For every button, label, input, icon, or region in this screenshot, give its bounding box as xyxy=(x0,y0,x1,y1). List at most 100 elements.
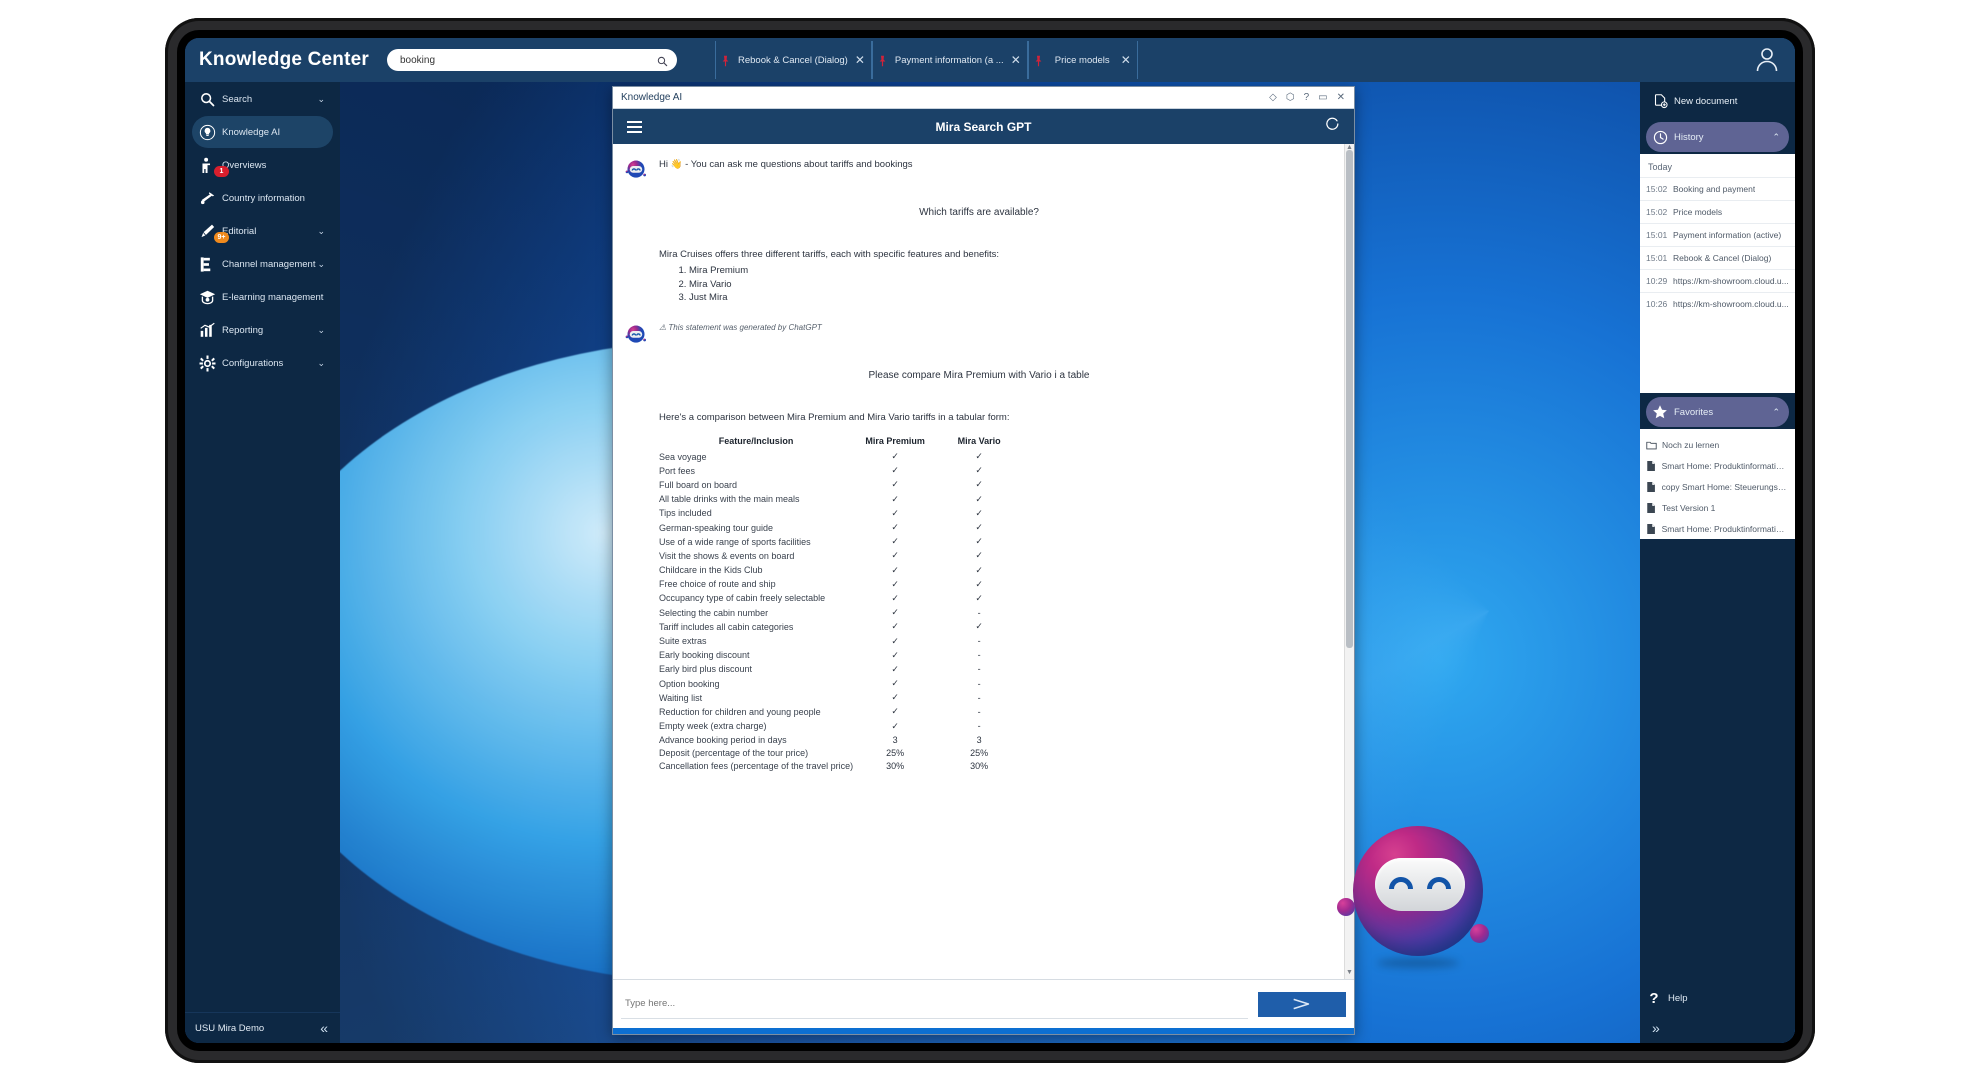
favorite-item-title: Smart Home: Produktinformation... xyxy=(1661,460,1789,471)
tab-item[interactable]: Rebook & Cancel (Dialog) ✕ xyxy=(715,41,872,79)
favorite-item-title: Smart Home: Produktinformation... xyxy=(1661,523,1789,534)
sidebar-collapse-button[interactable]: « xyxy=(320,1020,328,1036)
new-document-button[interactable]: New document xyxy=(1646,86,1789,116)
tenant-label: USU Mira Demo xyxy=(195,1022,265,1034)
favorites-section-header[interactable]: Favorites ⌃ xyxy=(1646,397,1789,427)
cell-vario: - xyxy=(977,664,981,675)
favorite-item[interactable]: Smart Home: Produktinformation... xyxy=(1640,518,1795,539)
sidebar-item-knowledge-ai[interactable]: Knowledge AI xyxy=(192,116,333,148)
sidebar-item-overviews[interactable]: 1 Overviews xyxy=(192,149,333,181)
search-icon[interactable] xyxy=(657,54,668,72)
bot-message-greeting: Hi 👋 - You can ask me questions about ta… xyxy=(613,158,1345,181)
app-brand-title: Knowledge Center xyxy=(199,49,369,70)
sidebar-item-e-learning-management[interactable]: E-learning management xyxy=(192,281,333,313)
refresh-icon[interactable] xyxy=(1325,116,1340,137)
history-item[interactable]: 15:02 Booking and payment xyxy=(1640,177,1795,200)
cell-premium: ✓ xyxy=(891,451,899,462)
sidebar-item-search[interactable]: Search ⌄ xyxy=(192,83,333,115)
chevron-down-icon[interactable]: ⌄ xyxy=(317,358,325,369)
sidebar-item-reporting[interactable]: Reporting ⌄ xyxy=(192,314,333,346)
cell-feature: Waiting list xyxy=(659,692,703,703)
cell-vario: - xyxy=(977,607,981,618)
window-control-maximize-icon[interactable]: ▭ xyxy=(1318,92,1327,103)
cell-feature: Early booking discount xyxy=(659,650,750,661)
tab-close-icon[interactable]: ✕ xyxy=(855,53,865,67)
screen: Knowledge Center Rebook & Cancel (Dialog… xyxy=(185,38,1795,1043)
cell-vario: - xyxy=(977,706,981,717)
favorite-item[interactable]: Smart Home: Produktinformation... xyxy=(1640,455,1795,476)
pin-icon[interactable] xyxy=(721,54,730,67)
graduation-icon xyxy=(192,289,222,306)
window-control-close-icon[interactable]: ✕ xyxy=(1337,92,1345,103)
favorite-item[interactable]: copy Smart Home: Steuerungsm... xyxy=(1640,476,1795,497)
cell-premium: ✓ xyxy=(891,649,899,660)
history-item[interactable]: 10:29 https://km-showroom.cloud.u... xyxy=(1640,269,1795,292)
help-button[interactable]: ? Help xyxy=(1640,983,1795,1013)
cell-premium: ✓ xyxy=(891,507,899,518)
sidebar-badge: 1 xyxy=(214,166,229,177)
table-row: Occupancy type of cabin freely selectabl… xyxy=(659,591,1021,605)
table-row: All table drinks with the main meals ✓ ✓ xyxy=(659,492,1021,506)
window-control-settings-icon[interactable]: ⬡ xyxy=(1286,92,1295,103)
chevron-down-icon[interactable]: ⌄ xyxy=(317,94,325,105)
sidebar-item-channel-management[interactable]: Channel management ⌄ xyxy=(192,248,333,280)
favorite-item[interactable]: Noch zu lernen xyxy=(1640,434,1795,455)
tab-close-icon[interactable]: ✕ xyxy=(1011,53,1021,67)
history-panel: Today 15:02 Booking and payment 15:02 Price… xyxy=(1640,154,1795,315)
cell-vario: ✓ xyxy=(975,493,983,504)
history-item[interactable]: 15:01 Payment information (active) xyxy=(1640,223,1795,246)
cell-premium: 25% xyxy=(886,748,905,759)
hamburger-menu-icon[interactable] xyxy=(627,120,642,133)
window-control-help-icon[interactable]: ? xyxy=(1304,92,1310,103)
mascot-dot-right xyxy=(1470,924,1489,943)
chevron-down-icon[interactable]: ⌄ xyxy=(317,259,325,270)
table-row: Childcare in the Kids Club ✓ ✓ xyxy=(659,563,1021,577)
tariff-comparison-table: Feature/Inclusion Mira Premium Mira Vari… xyxy=(659,435,1021,773)
scrollbar-thumb[interactable] xyxy=(1346,150,1353,648)
sidebar-item-country-information[interactable]: Country information xyxy=(192,182,333,214)
global-search-box[interactable] xyxy=(387,49,677,71)
cell-premium: ✓ xyxy=(891,663,899,674)
history-chevron-up-icon[interactable]: ⌃ xyxy=(1772,132,1780,143)
chevron-down-icon[interactable]: ⌄ xyxy=(317,325,325,336)
window-control-pin-icon[interactable]: ◇ xyxy=(1269,92,1277,103)
history-item[interactable]: 15:01 Rebook & Cancel (Dialog) xyxy=(1640,246,1795,269)
right-sidebar-expand-button[interactable]: » xyxy=(1652,1020,1660,1036)
history-section-header[interactable]: History ⌃ xyxy=(1646,122,1789,152)
cell-feature: Suite extras xyxy=(659,636,707,647)
chat-message-input[interactable] xyxy=(621,989,1248,1019)
favorite-item-title: Noch zu lernen xyxy=(1662,439,1720,450)
cell-premium: ✓ xyxy=(891,720,899,731)
chevron-down-icon[interactable]: ⌄ xyxy=(317,226,325,237)
cell-vario: ✓ xyxy=(975,550,983,561)
cell-premium: ✓ xyxy=(891,592,899,603)
mira-bot-avatar-icon xyxy=(613,323,659,346)
history-item[interactable]: 10:26 https://km-showroom.cloud.u... xyxy=(1640,292,1795,315)
cell-vario: ✓ xyxy=(975,451,983,462)
tab-label: Price models xyxy=(1054,54,1110,66)
tab-item[interactable]: Price models ✕ xyxy=(1027,41,1138,79)
user-avatar-icon[interactable] xyxy=(1755,46,1779,77)
cell-vario: 3 xyxy=(976,734,982,745)
pin-icon[interactable] xyxy=(878,54,887,67)
search-input[interactable] xyxy=(398,53,630,67)
table-row: Waiting list ✓ - xyxy=(659,691,1021,705)
chat-scroll-content: Hi 👋 - You can ask me questions about ta… xyxy=(613,144,1345,979)
cell-vario: - xyxy=(977,636,981,647)
tab-close-icon[interactable]: ✕ xyxy=(1121,53,1131,67)
sidebar-item-editorial[interactable]: 9+ Editorial ⌄ xyxy=(192,215,333,247)
send-button[interactable] xyxy=(1258,991,1346,1017)
sidebar-item-label: Channel management xyxy=(222,258,316,270)
favorites-chevron-up-icon[interactable]: ⌃ xyxy=(1772,407,1780,418)
bar-chart-icon xyxy=(192,322,222,338)
mascot-dot-left xyxy=(1337,898,1355,916)
cell-premium: ✓ xyxy=(891,706,899,717)
sidebar-item-configurations[interactable]: Configurations ⌄ xyxy=(192,347,333,379)
history-item-title: https://km-showroom.cloud.u... xyxy=(1673,276,1789,286)
column-header-premium: Mira Premium xyxy=(865,435,925,446)
tab-item[interactable]: Payment information (a ... ✕ xyxy=(871,41,1028,79)
pin-icon[interactable] xyxy=(1034,54,1043,67)
table-row: Selecting the cabin number ✓ - xyxy=(659,606,1021,620)
history-item[interactable]: 15:02 Price models xyxy=(1640,200,1795,223)
favorite-item[interactable]: Test Version 1 xyxy=(1640,497,1795,518)
